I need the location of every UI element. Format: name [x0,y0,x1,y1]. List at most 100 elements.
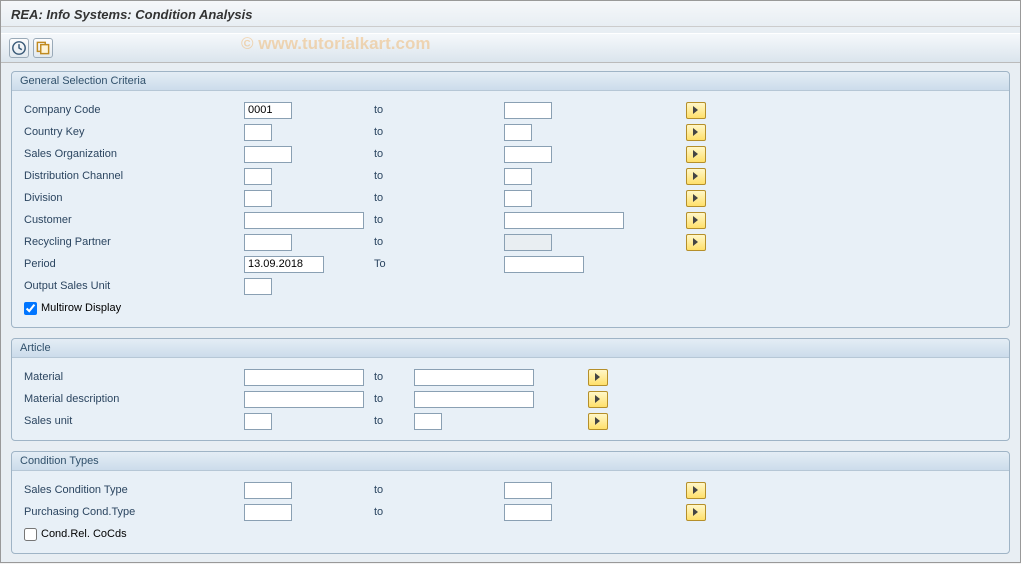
division-to[interactable] [504,190,532,207]
purch-cond-from[interactable] [244,504,292,521]
customer-from[interactable] [244,212,364,229]
division-from[interactable] [244,190,272,207]
arrow-right-icon [593,416,603,426]
to-label: to [374,506,504,518]
arrow-right-icon [691,507,701,517]
row-division: Division to [24,187,997,209]
sales-unit-to[interactable] [414,413,442,430]
group-title-article: Article [12,339,1009,358]
group-general: General Selection Criteria Company Code … [11,71,1010,328]
application-toolbar: © www.tutorialkart.com [1,33,1020,63]
get-variant-button[interactable] [33,38,53,58]
arrow-right-icon [691,149,701,159]
row-recycling-partner: Recycling Partner to [24,231,997,253]
to-label: to [374,371,414,383]
label-cond-rel: Cond.Rel. CoCds [41,528,127,540]
arrow-right-icon [691,237,701,247]
material-desc-to[interactable] [414,391,534,408]
company-code-to[interactable] [504,102,552,119]
customer-to[interactable] [504,212,624,229]
group-condition-types: Condition Types Sales Condition Type to … [11,451,1010,554]
multiple-selection-button[interactable] [686,504,706,521]
sales-cond-from[interactable] [244,482,292,499]
label-purch-cond: Purchasing Cond.Type [24,506,244,518]
row-output-sales-unit: Output Sales Unit [24,275,997,297]
label-customer: Customer [24,214,244,226]
sales-org-from[interactable] [244,146,292,163]
period-from[interactable] [244,256,324,273]
multiple-selection-button[interactable] [686,190,706,207]
label-division: Division [24,192,244,204]
label-output-sales-unit: Output Sales Unit [24,280,244,292]
multiple-selection-button[interactable] [686,146,706,163]
multiple-selection-button[interactable] [588,391,608,408]
period-to[interactable] [504,256,584,273]
country-key-from[interactable] [244,124,272,141]
label-company-code: Company Code [24,104,244,116]
arrow-right-icon [691,485,701,495]
sales-unit-from[interactable] [244,413,272,430]
to-label: To [374,258,504,270]
multiple-selection-button[interactable] [686,102,706,119]
multirow-checkbox[interactable] [24,302,37,315]
material-to[interactable] [414,369,534,386]
label-dist-channel: Distribution Channel [24,170,244,182]
to-label: to [374,170,504,182]
to-label: to [374,393,414,405]
row-purch-cond: Purchasing Cond.Type to [24,501,997,523]
row-sales-org: Sales Organization to [24,143,997,165]
to-label: to [374,104,504,116]
purch-cond-to[interactable] [504,504,552,521]
multiple-selection-button[interactable] [686,124,706,141]
arrow-right-icon [691,127,701,137]
sales-cond-to[interactable] [504,482,552,499]
label-recycling-partner: Recycling Partner [24,236,244,248]
to-label: to [374,192,504,204]
multiple-selection-button[interactable] [686,168,706,185]
material-desc-from[interactable] [244,391,364,408]
output-sales-unit[interactable] [244,278,272,295]
label-sales-org: Sales Organization [24,148,244,160]
to-label: to [374,415,414,427]
to-label: to [374,148,504,160]
label-multirow: Multirow Display [41,302,121,314]
label-material: Material [24,371,244,383]
label-material-desc: Material description [24,393,244,405]
row-material-desc: Material description to [24,388,997,410]
row-customer: Customer to [24,209,997,231]
multiple-selection-button[interactable] [686,234,706,251]
selection-screen: General Selection Criteria Company Code … [1,63,1020,564]
execute-button[interactable] [9,38,29,58]
label-sales-cond: Sales Condition Type [24,484,244,496]
recycling-partner-from[interactable] [244,234,292,251]
group-body: Sales Condition Type to Purchasing Cond.… [12,471,1009,553]
row-country-key: Country Key to [24,121,997,143]
label-country-key: Country Key [24,126,244,138]
multiple-selection-button[interactable] [588,413,608,430]
row-sales-cond: Sales Condition Type to [24,479,997,501]
country-key-to[interactable] [504,124,532,141]
material-from[interactable] [244,369,364,386]
arrow-right-icon [691,171,701,181]
multiple-selection-button[interactable] [588,369,608,386]
sales-org-to[interactable] [504,146,552,163]
recycling-partner-to[interactable] [504,234,552,251]
multiple-selection-button[interactable] [686,482,706,499]
group-title-condition-types: Condition Types [12,452,1009,471]
group-article: Article Material to Material description… [11,338,1010,441]
dist-channel-from[interactable] [244,168,272,185]
company-code-from[interactable] [244,102,292,119]
row-material: Material to [24,366,997,388]
to-label: to [374,236,504,248]
clock-icon [10,39,28,57]
cond-rel-checkbox[interactable] [24,528,37,541]
dist-channel-to[interactable] [504,168,532,185]
multiple-selection-button[interactable] [686,212,706,229]
window: REA: Info Systems: Condition Analysis © … [0,0,1021,563]
to-label: to [374,126,504,138]
arrow-right-icon [593,372,603,382]
variant-icon [34,39,52,57]
group-body: Company Code to Country Key to Sales Org… [12,91,1009,327]
row-sales-unit: Sales unit to [24,410,997,432]
arrow-right-icon [593,394,603,404]
